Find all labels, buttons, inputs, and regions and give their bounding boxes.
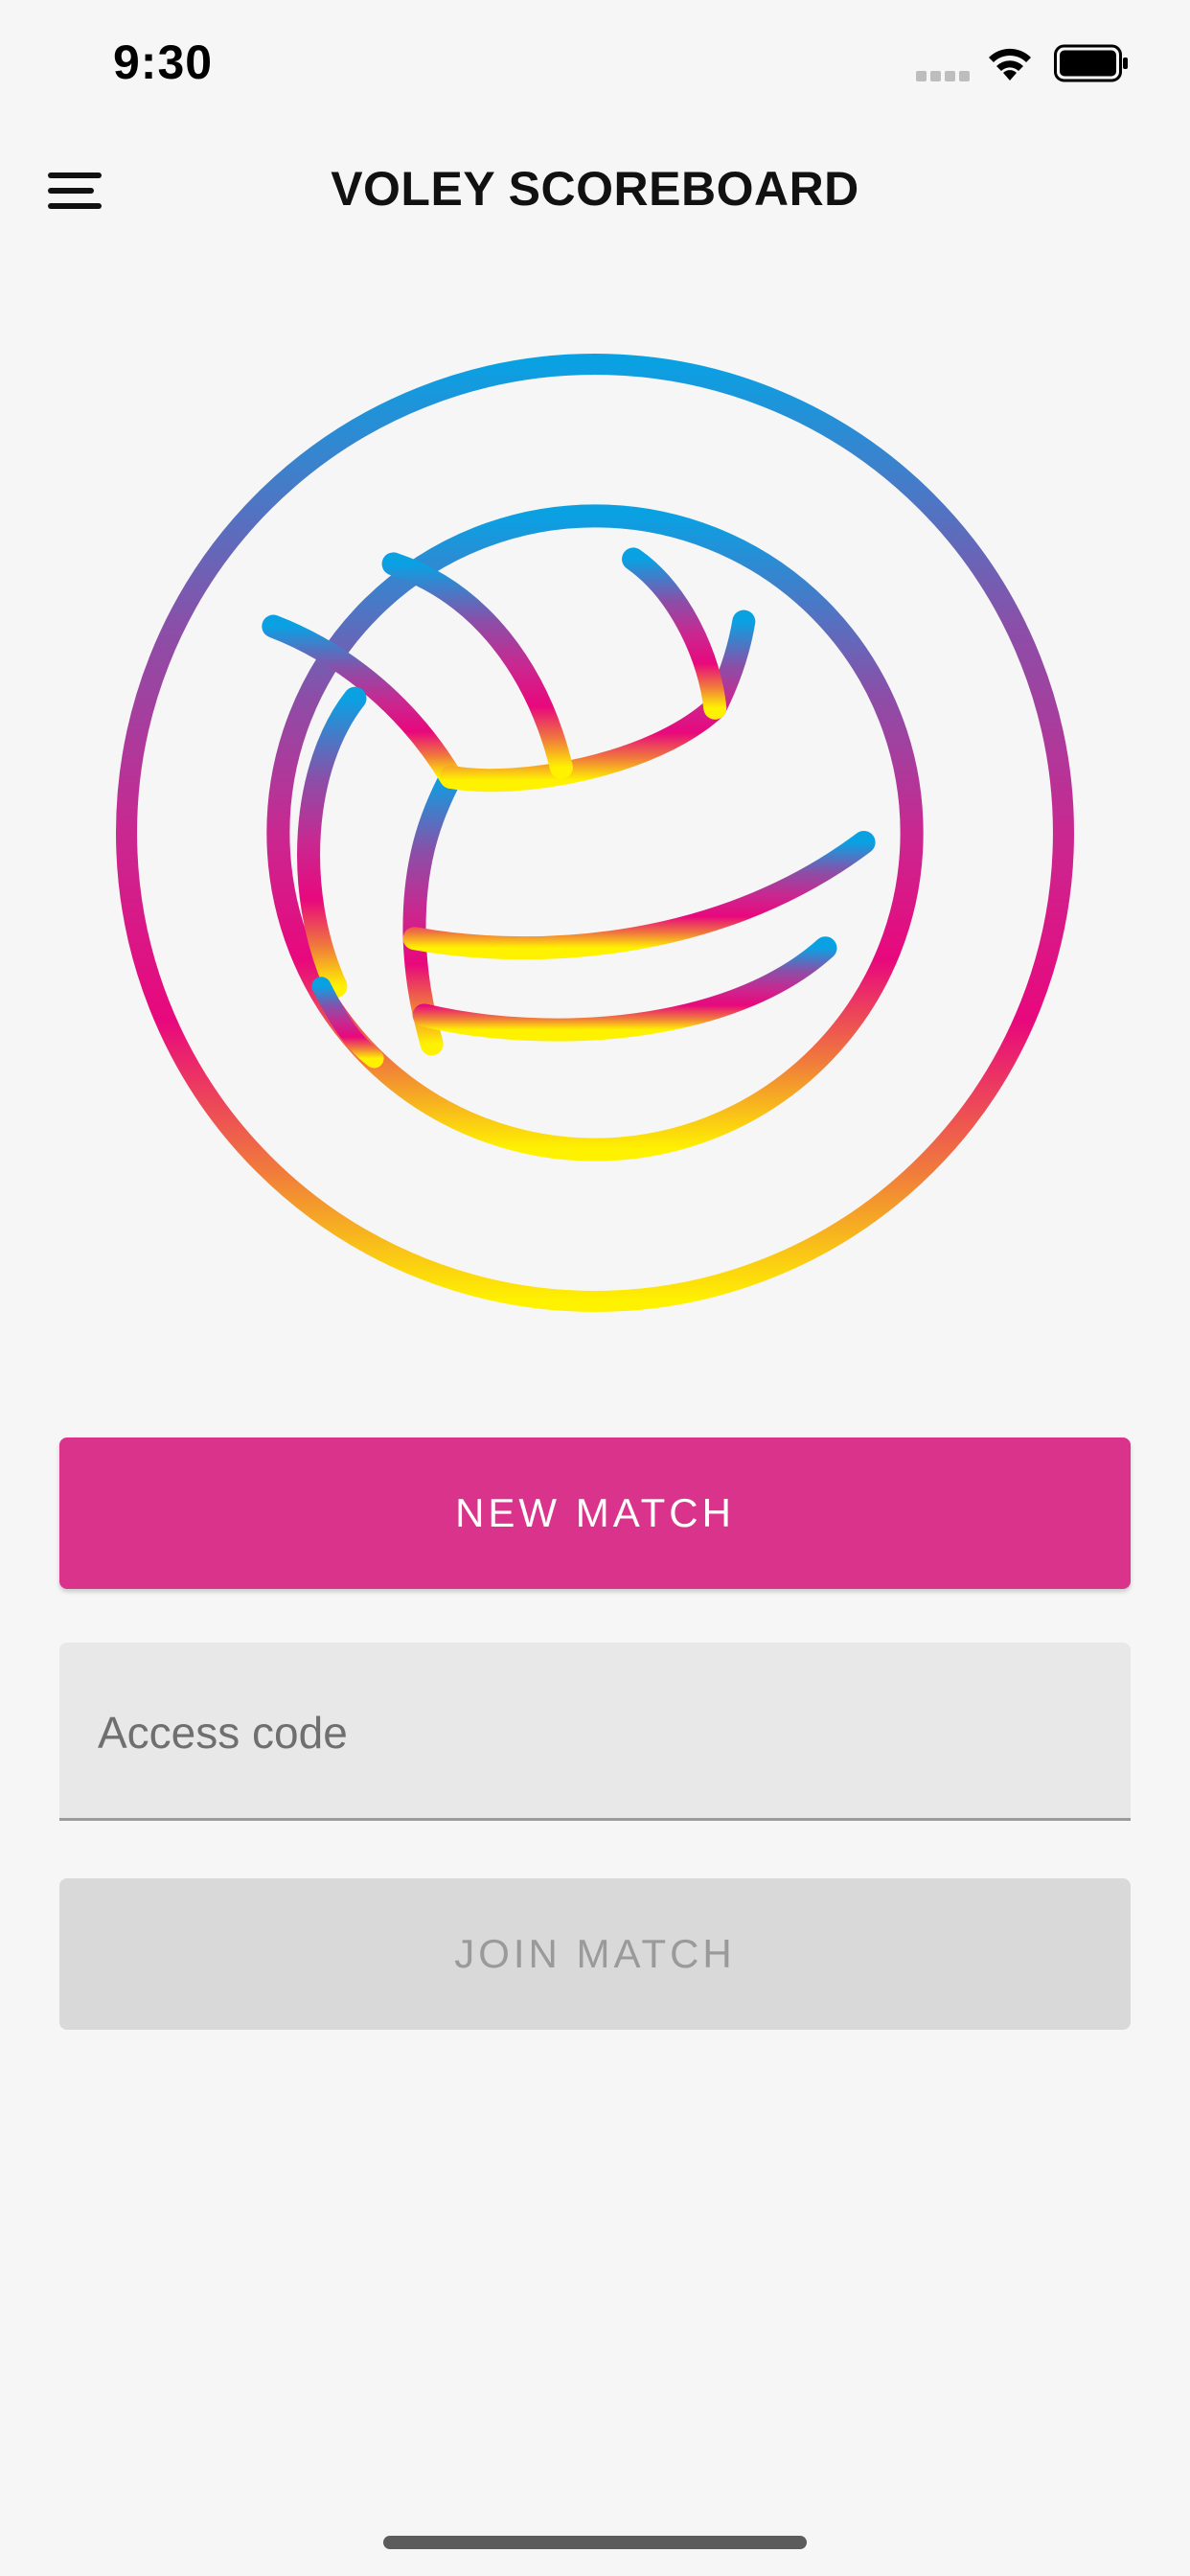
cellular-signal-icon: [916, 71, 970, 81]
join-match-button[interactable]: JOIN MATCH: [59, 1878, 1131, 2030]
page-title: VOLEY SCOREBOARD: [331, 162, 859, 216]
battery-icon: [1054, 44, 1128, 82]
volleyball-icon: [116, 354, 1074, 1312]
access-code-field[interactable]: [59, 1643, 1131, 1821]
access-code-input[interactable]: [96, 1689, 1096, 1777]
app-header: VOLEY SCOREBOARD: [0, 144, 1190, 240]
home-indicator[interactable]: [383, 2536, 807, 2549]
status-bar: 9:30: [0, 0, 1190, 134]
new-match-button[interactable]: NEW MATCH: [59, 1438, 1131, 1589]
wifi-icon: [989, 48, 1031, 80]
status-time: 9:30: [113, 35, 214, 89]
